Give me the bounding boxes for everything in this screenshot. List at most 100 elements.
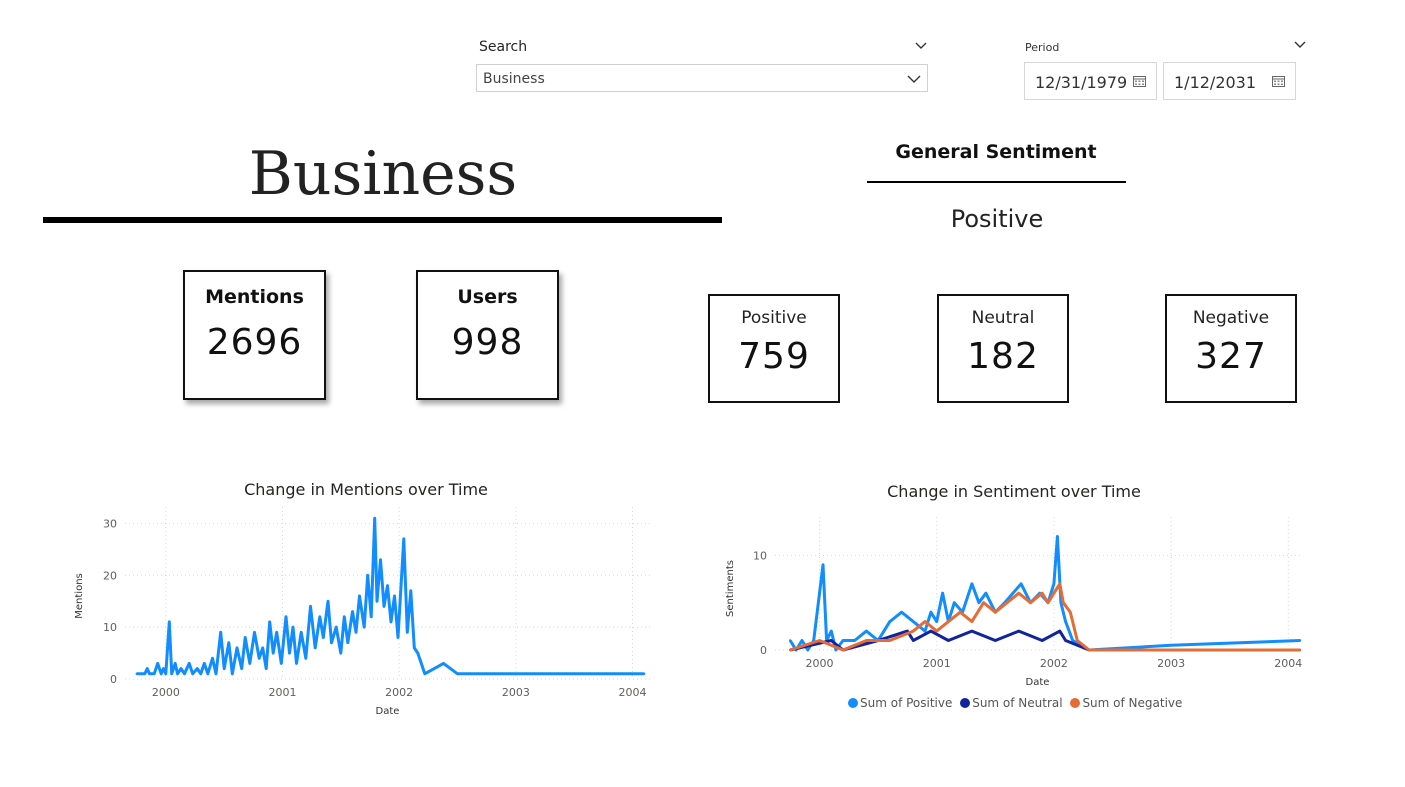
data-point <box>176 672 179 675</box>
general-sentiment-value: Positive <box>950 205 1044 233</box>
search-slicer-collapse-icon[interactable] <box>914 39 928 53</box>
data-point <box>818 639 821 642</box>
mentions-label: Mentions <box>205 286 304 308</box>
legend-negative-dot <box>1070 698 1081 708</box>
data-point <box>203 662 206 665</box>
positive-label: Positive <box>741 308 807 328</box>
sentiment-line-chart[interactable]: 0 10 2000 2001 2002 2003 2004 Date Sentiments <box>715 505 1315 690</box>
data-point <box>416 651 419 655</box>
x-axis-title: Date <box>376 706 400 717</box>
data-point <box>1064 620 1067 623</box>
series-line-1 <box>788 535 1301 652</box>
data-point <box>1071 639 1074 642</box>
data-point <box>912 620 915 623</box>
legend-neutral-label: Sum of Neutral <box>972 696 1063 710</box>
data-point <box>288 651 291 655</box>
data-point <box>284 615 288 618</box>
search-dropdown[interactable]: Business <box>476 64 928 92</box>
data-point <box>912 629 915 633</box>
data-point <box>258 657 261 660</box>
y-tick-label: 10 <box>753 549 767 562</box>
data-point <box>1298 639 1302 642</box>
period-start-date-input[interactable]: 12/31/1979 <box>1024 62 1157 100</box>
period-slicer-collapse-icon[interactable] <box>1293 38 1307 52</box>
data-point <box>143 672 146 675</box>
data-point <box>1041 639 1044 642</box>
data-point <box>375 600 379 603</box>
data-point <box>174 662 177 665</box>
data-point <box>135 672 138 675</box>
data-point <box>322 636 325 639</box>
data-point <box>382 605 386 608</box>
data-point <box>865 639 868 642</box>
data-point <box>358 594 361 598</box>
data-point <box>800 639 804 642</box>
data-point <box>977 601 981 604</box>
mentions-line-chart[interactable]: 0 10 20 30 2000 2001 2002 2003 2004 Date Mentions <box>60 505 660 725</box>
data-point <box>929 611 933 614</box>
data-point <box>206 672 209 675</box>
data-point <box>326 600 330 603</box>
legend-item-positive[interactable]: Sum of Positive <box>848 696 952 710</box>
data-point <box>888 639 891 642</box>
data-point <box>959 611 962 614</box>
data-point <box>947 620 950 623</box>
data-point <box>442 662 445 665</box>
data-point <box>789 648 792 652</box>
neutral-value: 182 <box>967 336 1039 377</box>
period-end-date-input[interactable]: 1/12/2031 <box>1163 62 1296 100</box>
legend-negative-label: Sum of Negative <box>1082 696 1183 710</box>
x-tick-label: 2000 <box>806 657 834 670</box>
data-point <box>1064 639 1067 642</box>
data-point <box>168 620 171 624</box>
chevron-down-icon <box>907 75 921 83</box>
general-sentiment-title: General Sentiment <box>895 141 1097 163</box>
data-point <box>1017 592 1020 595</box>
data-point <box>373 517 376 520</box>
data-point <box>821 563 825 566</box>
data-point <box>183 672 186 675</box>
data-point <box>148 672 151 675</box>
y-tick-label: 10 <box>103 621 117 634</box>
legend-item-negative[interactable]: Sum of Negative <box>1070 696 1182 710</box>
calendar-icon[interactable] <box>1272 75 1285 87</box>
data-point <box>853 639 856 642</box>
data-point <box>1046 601 1050 604</box>
calendar-icon[interactable] <box>1133 75 1146 87</box>
data-point <box>223 667 226 670</box>
data-point <box>386 584 389 587</box>
data-point <box>231 672 234 675</box>
mentions-card: Mentions 2696 <box>183 270 326 400</box>
data-point <box>1069 611 1072 614</box>
data-point <box>912 639 915 642</box>
data-point <box>146 667 149 670</box>
data-point <box>402 537 405 541</box>
data-point <box>1029 601 1032 604</box>
data-point <box>156 662 159 665</box>
mentions-chart-title: Change in Mentions over Time <box>244 480 488 499</box>
data-point <box>1056 535 1059 538</box>
legend-item-neutral[interactable]: Sum of Neutral <box>960 696 1063 710</box>
x-tick-label: 2001 <box>923 657 951 670</box>
data-point <box>170 672 173 675</box>
data-point <box>830 629 833 633</box>
data-point <box>366 574 369 577</box>
neutral-label: Neutral <box>971 308 1035 328</box>
data-point <box>947 639 950 642</box>
data-point <box>211 657 214 660</box>
y-axis-title: Sentiments <box>725 560 736 617</box>
data-point <box>834 648 838 652</box>
search-slicer-label: Search <box>479 39 528 55</box>
mentions-value: 2696 <box>206 322 303 363</box>
data-point <box>1052 582 1056 585</box>
data-point <box>1087 648 1091 652</box>
period-slicer-label: Period <box>1025 41 1060 54</box>
data-point <box>265 667 268 670</box>
data-point <box>456 672 459 675</box>
x-tick-label: 2004 <box>619 686 647 699</box>
search-dropdown-value: Business <box>483 71 545 87</box>
positive-value: 759 <box>738 336 810 377</box>
data-point <box>253 631 256 634</box>
x-tick-label: 2003 <box>502 686 530 699</box>
data-point <box>227 641 230 644</box>
